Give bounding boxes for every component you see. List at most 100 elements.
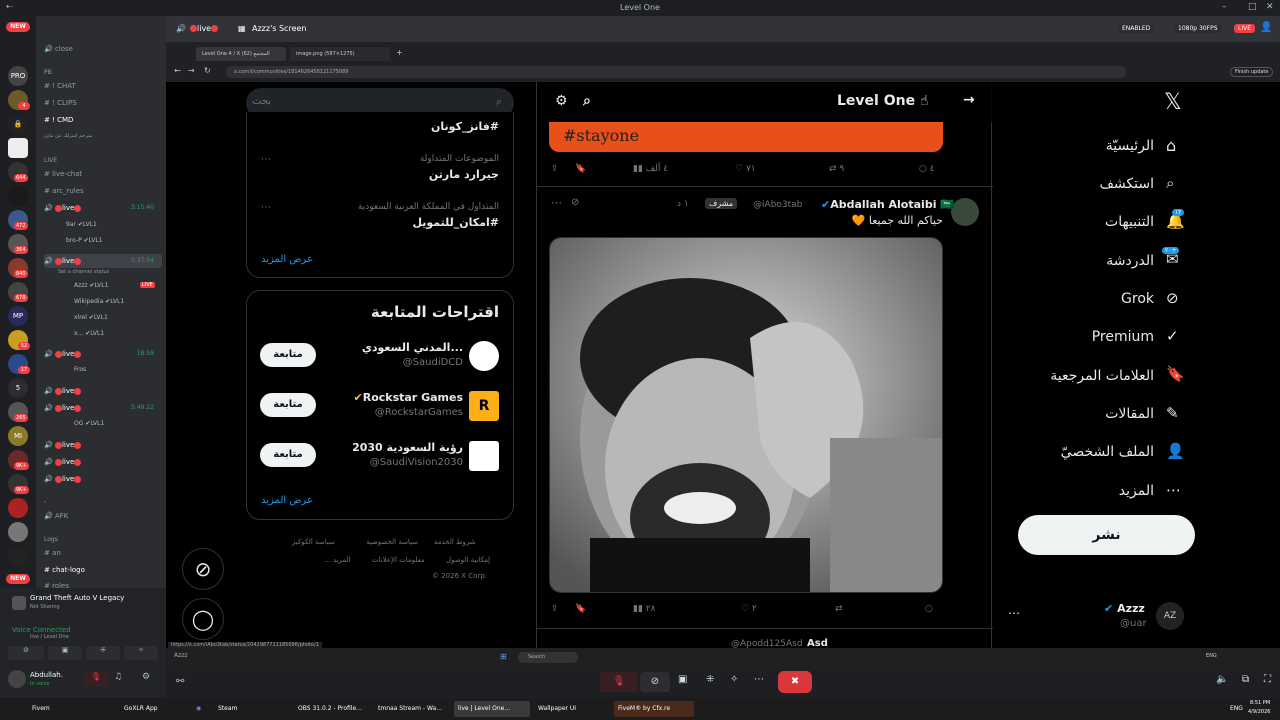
trend-more-icon[interactable]: ⋯ bbox=[261, 202, 271, 213]
mute-mic-icon[interactable]: 🎙 bbox=[84, 672, 108, 686]
disconnect-button[interactable]: ✖ bbox=[778, 671, 812, 693]
gear-icon[interactable]: ⚙ bbox=[555, 93, 568, 109]
footer-link[interactable]: معلومات الإعلانات bbox=[372, 556, 425, 564]
reply-count[interactable]: ○ ٤ bbox=[919, 164, 935, 174]
account-name[interactable]: ✔ Azzz bbox=[1104, 602, 1145, 615]
volume-icon[interactable]: 🔈 bbox=[1216, 674, 1228, 685]
stream-settings-icon[interactable]: ⚯ bbox=[176, 676, 184, 687]
fullscreen-icon[interactable]: ⛶ bbox=[1264, 674, 1271, 685]
grok-icon[interactable]: ⊘ bbox=[571, 197, 579, 208]
taskbar-item[interactable]: tmnaa Stream - Wa... bbox=[374, 701, 450, 717]
tab-image[interactable]: image.png (587×1275) bbox=[290, 47, 390, 61]
voice-user[interactable]: Wikipedia ✔LVL1 bbox=[74, 298, 124, 305]
category-logs[interactable]: Logs bbox=[44, 536, 58, 543]
like-count[interactable]: ♡ ٢ bbox=[741, 604, 757, 614]
show-more-link[interactable]: عرض المزيد bbox=[261, 254, 313, 265]
follow-button[interactable]: متابعة bbox=[260, 393, 316, 417]
follow-button[interactable]: متابعة bbox=[260, 443, 316, 467]
soundboard-icon[interactable]: ✧ bbox=[730, 674, 738, 685]
activities-icon[interactable]: ⁜ bbox=[706, 674, 714, 685]
finish-update-button[interactable]: Finish update bbox=[1230, 67, 1274, 77]
reload-icon[interactable]: ↻ bbox=[204, 66, 211, 75]
grok-fab-icon[interactable]: ⊘ bbox=[182, 548, 224, 590]
nav-more[interactable]: المزيد bbox=[1060, 483, 1154, 499]
back-arrow-icon[interactable]: ⇠ bbox=[6, 2, 13, 11]
avatar[interactable] bbox=[951, 198, 979, 226]
screen-share-icon[interactable]: ▣ bbox=[48, 646, 82, 660]
voice-user[interactable]: bro-P ✔LVL1 bbox=[66, 237, 103, 244]
voice-user[interactable]: Fros bbox=[74, 366, 86, 373]
nav-notifications[interactable]: التنبيهات bbox=[1040, 214, 1154, 230]
channel-roles[interactable]: # roles bbox=[44, 579, 162, 588]
voice-channel-live[interactable]: 🔊 live 3:15:40 bbox=[44, 201, 162, 215]
repost-count[interactable]: ⇄ ٩ bbox=[829, 164, 844, 174]
account-avatar[interactable]: AZ bbox=[1156, 602, 1184, 630]
bookmark-icon[interactable]: 🔖 bbox=[575, 604, 586, 614]
server-icon[interactable] bbox=[8, 546, 28, 566]
server-mp[interactable]: MP bbox=[8, 306, 28, 326]
footer-link[interactable]: ... المزيد bbox=[324, 556, 351, 564]
channel-close[interactable]: 🔊 close bbox=[44, 42, 162, 56]
taskbar-item[interactable]: FiveM® by Cfx.re bbox=[614, 701, 694, 717]
views-count[interactable]: ▮▮ ٤ آلف bbox=[633, 164, 668, 174]
more-options-icon[interactable]: ⋯ bbox=[754, 674, 764, 685]
server-icon[interactable] bbox=[8, 522, 28, 542]
server-pro[interactable]: PRO bbox=[8, 66, 28, 86]
server-icon[interactable] bbox=[8, 186, 28, 206]
forward-icon[interactable]: → bbox=[188, 66, 195, 75]
x-logo[interactable]: 𝕏 bbox=[1164, 90, 1182, 115]
camera-off-icon[interactable]: ⊘ bbox=[8, 646, 44, 660]
voice-user[interactable]: 9ar ✔LVL1 bbox=[66, 221, 97, 228]
rockstar-logo[interactable]: R bbox=[469, 391, 499, 421]
trend-item[interactable]: جيرارد مارتن bbox=[429, 168, 499, 181]
popout-icon[interactable]: ⧉ bbox=[1242, 674, 1249, 685]
mic-muted-icon[interactable]: 🎙 bbox=[600, 672, 638, 692]
close-icon[interactable]: ✕ bbox=[1266, 2, 1274, 12]
back-icon[interactable]: ← bbox=[174, 66, 181, 75]
search-icon[interactable]: ⌕ bbox=[583, 93, 591, 109]
user-icon[interactable]: 👤 bbox=[1260, 22, 1272, 33]
avatar[interactable] bbox=[469, 441, 499, 471]
channel-arc-rules[interactable]: # arc_rules bbox=[44, 184, 162, 198]
windows-icon[interactable]: ⊞ bbox=[500, 652, 507, 661]
nav-articles[interactable]: المقالات bbox=[1060, 406, 1154, 422]
footer-link[interactable]: إمكانية الوصول bbox=[446, 556, 490, 564]
back-arrow-icon[interactable]: → bbox=[963, 92, 975, 108]
follow-button[interactable]: متابعة bbox=[260, 343, 316, 367]
voice-channel-live[interactable]: 🔊 live bbox=[44, 438, 162, 452]
channel-status[interactable]: Set a channel status bbox=[58, 269, 109, 275]
server-5[interactable]: 5 bbox=[8, 378, 28, 398]
taskbar-item[interactable]: Steam bbox=[214, 701, 290, 717]
channel-chat[interactable]: # ! CHAT bbox=[44, 79, 162, 93]
voice-user[interactable]: xlrel ✔LVL1 bbox=[74, 314, 108, 321]
nav-explore[interactable]: استكشف bbox=[1060, 176, 1154, 192]
bookmark-icon[interactable]: 🔖 bbox=[575, 164, 586, 174]
avatar[interactable] bbox=[469, 341, 499, 371]
category-live[interactable]: LIVE bbox=[44, 157, 57, 164]
tab-x-community[interactable]: Level One 4 / X المجتمع (62) bbox=[196, 47, 286, 61]
taskbar-item[interactable]: GoXLR App bbox=[120, 701, 192, 717]
trend-item[interactable]: #فانز_كونان bbox=[431, 120, 499, 133]
taskbar-lang[interactable]: ENG bbox=[1226, 701, 1247, 717]
voice-channel-live[interactable]: 🔊 live 18:58 bbox=[44, 347, 162, 361]
footer-link[interactable]: سياسة الكوكيز bbox=[292, 538, 335, 546]
voice-user[interactable]: Azzz ✔LVL1 bbox=[74, 282, 108, 289]
voice-user[interactable]: OG ✔LVL1 bbox=[74, 420, 104, 427]
share-icon[interactable]: ⇪ bbox=[551, 164, 559, 174]
avatar[interactable] bbox=[8, 670, 26, 688]
taskbar-time[interactable]: 8:51 PM bbox=[1250, 700, 1270, 706]
post-handle[interactable]: @iAbo3tab bbox=[753, 200, 802, 210]
follow-name[interactable]: ...المدني السعودي bbox=[362, 341, 463, 354]
nav-messages[interactable]: الدردشة bbox=[1040, 253, 1154, 269]
taskbar-date[interactable]: 4/9/2026 bbox=[1248, 709, 1270, 715]
follow-name[interactable]: ✔Rockstar Games bbox=[354, 391, 464, 404]
category-dash[interactable]: - bbox=[44, 498, 46, 505]
voice-channel-live[interactable]: 🔊 live bbox=[44, 455, 162, 469]
channel-an[interactable]: # an bbox=[44, 546, 162, 560]
taskbar-item[interactable]: Wallpaper UI bbox=[534, 701, 610, 717]
maximize-icon[interactable]: □ bbox=[1248, 2, 1257, 12]
voice-user[interactable]: x... ✔LVL1 bbox=[74, 330, 104, 337]
views-count[interactable]: ▮▮ ٢٨ bbox=[633, 604, 655, 614]
channel-afk[interactable]: 🔊 AFK bbox=[44, 509, 162, 523]
gear-icon[interactable]: ⚙ bbox=[142, 672, 150, 682]
